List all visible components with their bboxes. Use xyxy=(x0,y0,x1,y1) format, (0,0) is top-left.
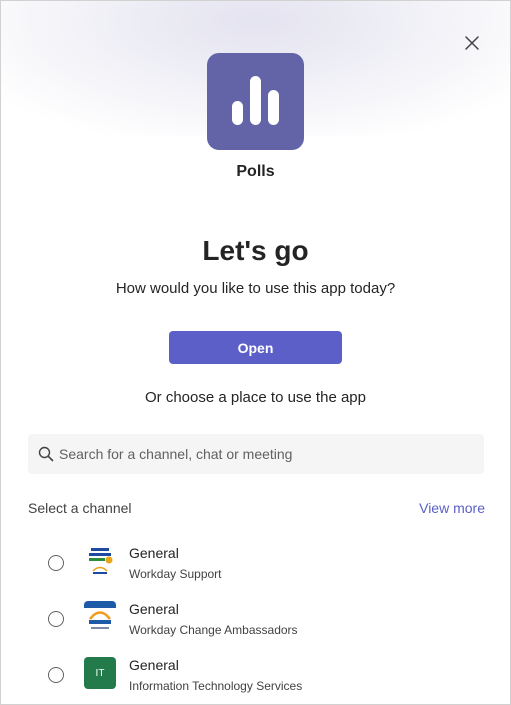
channel-radio[interactable] xyxy=(48,555,64,571)
page-title: Let's go xyxy=(202,235,309,266)
select-channel-label: Select a channel xyxy=(28,500,132,516)
channel-option[interactable]: General Workday Change Ambassadors xyxy=(28,596,484,646)
search-input[interactable] xyxy=(59,434,474,474)
app-install-dialog: Polls Let's go How would you like to use… xyxy=(0,0,511,705)
team-name: Workday Change Ambassadors xyxy=(129,623,298,637)
channel-name: General xyxy=(129,657,179,673)
page-subtitle: How would you like to use this app today… xyxy=(115,280,396,297)
channel-name: General xyxy=(129,601,179,617)
app-icon xyxy=(207,53,304,150)
channel-name: General xyxy=(129,545,179,561)
channel-option[interactable]: General Workday Support xyxy=(28,540,484,590)
choose-place-text: Or choose a place to use the app xyxy=(145,389,366,406)
search-icon xyxy=(38,446,54,462)
team-name: Workday Support xyxy=(129,567,222,581)
fgcu-workday-logo xyxy=(84,545,116,577)
close-button[interactable] xyxy=(457,28,487,58)
view-more-link[interactable]: View more xyxy=(419,500,485,516)
it-avatar: IT xyxy=(84,657,116,689)
app-name: Polls xyxy=(236,163,275,180)
channel-radio[interactable] xyxy=(48,667,64,683)
workday-logo xyxy=(84,601,116,633)
channel-radio[interactable] xyxy=(48,611,64,627)
open-button[interactable]: Open xyxy=(169,331,342,364)
team-name: Information Technology Services xyxy=(129,679,303,693)
close-icon xyxy=(465,36,479,50)
bar-chart-icon xyxy=(232,76,279,125)
channel-option[interactable]: IT General Information Technology Servic… xyxy=(28,652,484,702)
search-box[interactable] xyxy=(28,434,484,474)
